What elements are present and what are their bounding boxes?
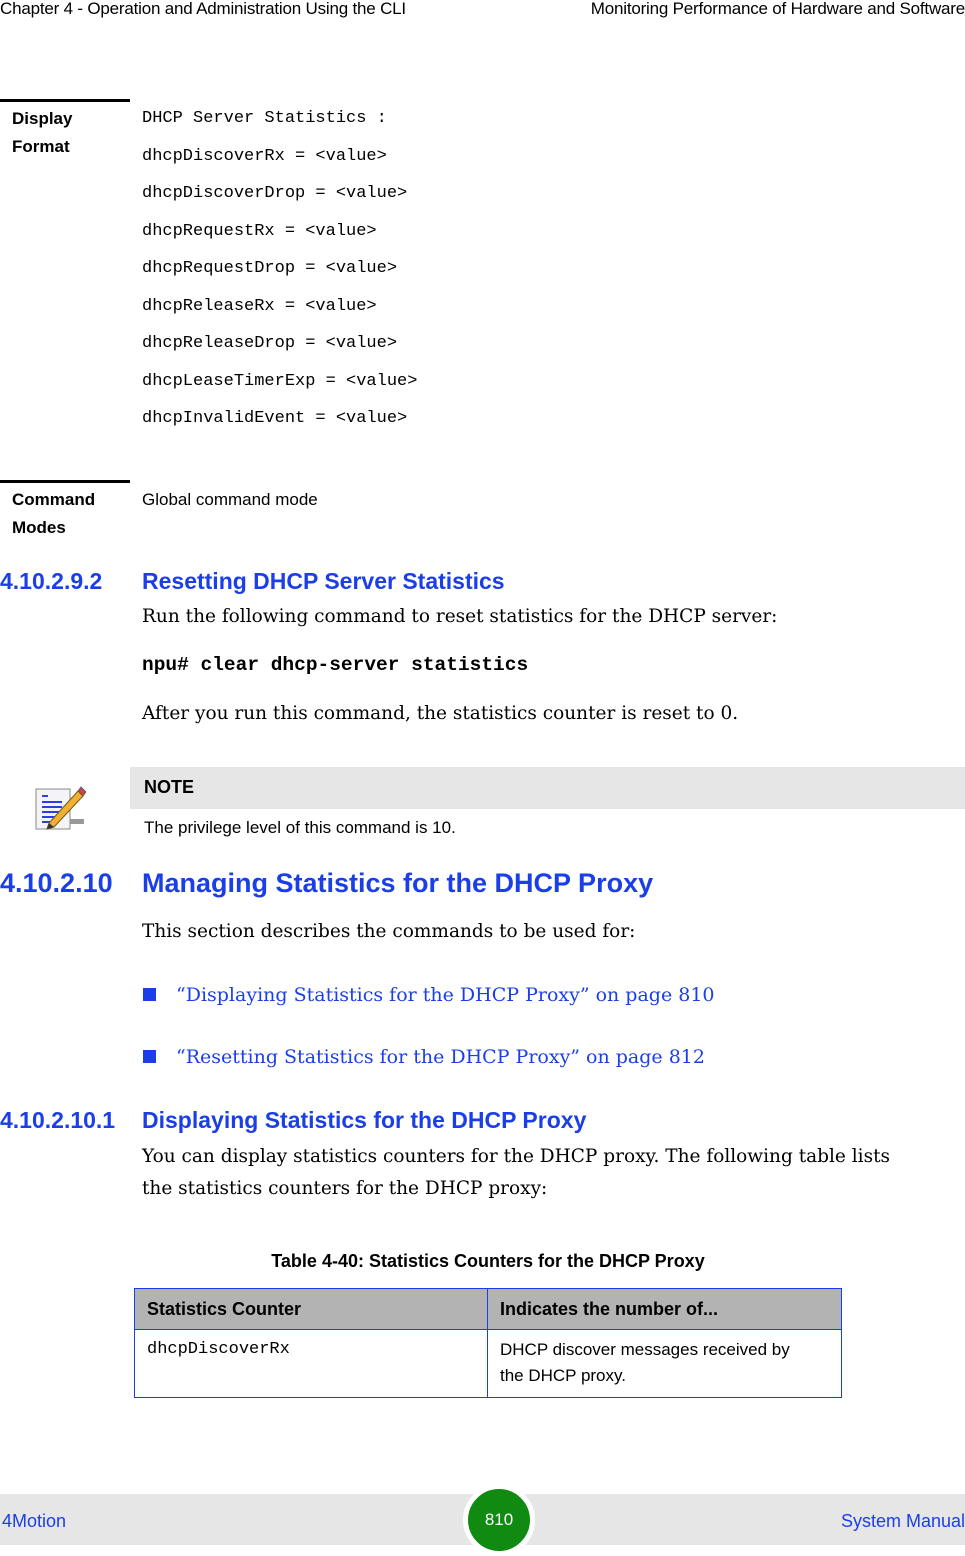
display-format-output: DHCP Server Statistics : dhcpDiscoverRx …	[142, 110, 417, 448]
section-title-9-2: Resetting DHCP Server Statistics	[142, 568, 505, 594]
note-pencil-icon	[34, 781, 87, 833]
link-resetting-dhcp-proxy-stats[interactable]: “Resetting Statistics for the DHCP Proxy…	[176, 1044, 705, 1070]
section-9-2-intro: Run the following command to reset stati…	[142, 606, 778, 627]
cell-description-line1: DHCP discover messages received by	[500, 1340, 790, 1359]
output-line: dhcpRequestDrop = <value>	[142, 259, 398, 278]
section-9-2-after: After you run this command, the statisti…	[142, 703, 739, 724]
page-number-badge: 810	[463, 1484, 535, 1556]
section-number-9-2: 4.10.2.9.2	[0, 568, 103, 594]
display-format-label-line1: Display	[12, 109, 73, 128]
link-displaying-dhcp-proxy-stats[interactable]: “Displaying Statistics for the DHCP Prox…	[176, 982, 715, 1008]
footer-product: 4Motion	[2, 1511, 67, 1531]
header-section: Monitoring Performance of Hardware and S…	[590, 0, 965, 18]
section-10-1-body-line1: You can display statistics counters for …	[142, 1146, 891, 1167]
output-line: dhcpDiscoverRx = <value>	[142, 146, 387, 166]
note-title-bar	[130, 767, 965, 809]
table-caption: Table 4-40: Statistics Counters for the …	[271, 1251, 705, 1271]
section-10-1-body-line2: the statistics counters for the DHCP pro…	[142, 1178, 548, 1199]
footer-manual: System Manual	[840, 1511, 965, 1531]
section-number-10-1: 4.10.2.10.1	[0, 1107, 116, 1133]
output-line: dhcpLeaseTimerExp = <value>	[142, 371, 418, 391]
cell-description-line2: the DHCP proxy.	[500, 1366, 626, 1385]
output-line: dhcpInvalidEvent = <value>	[142, 409, 408, 428]
display-format-label-line2: Format	[12, 137, 70, 156]
page-number: 810	[484, 1510, 514, 1529]
table-header-row: Statistics Counter Indicates the number …	[134, 1288, 842, 1330]
section-title-10: Managing Statistics for the DHCP Proxy	[142, 868, 654, 898]
output-line: DHCP Server Statistics :	[142, 109, 387, 128]
bullet-icon	[143, 1050, 156, 1063]
command-modes-label-line1: Command	[12, 490, 96, 509]
note-title: NOTE	[144, 777, 195, 797]
reset-command: npu# clear dhcp-server statistics	[142, 654, 529, 676]
command-modes-label-line2: Modes	[12, 518, 66, 537]
output-line: dhcpReleaseDrop = <value>	[142, 334, 398, 353]
cell-counter: dhcpDiscoverRx	[134, 1329, 488, 1398]
statistics-counters-table: Statistics Counter Indicates the number …	[134, 1288, 842, 1398]
output-line: dhcpReleaseRx = <value>	[142, 296, 377, 316]
bullet-icon	[143, 988, 156, 1001]
column-header-statistics-counter: Statistics Counter	[134, 1288, 488, 1330]
table-row: dhcpDiscoverRx DHCP discover messages re…	[134, 1329, 842, 1398]
command-modes-label: Command Modes	[12, 486, 95, 542]
display-format-rule	[0, 99, 130, 102]
output-line: dhcpRequestRx = <value>	[142, 221, 377, 241]
column-header-indicates: Indicates the number of...	[487, 1288, 842, 1330]
note-text: The privilege level of this command is 1…	[144, 818, 456, 837]
command-modes-rule	[0, 480, 130, 483]
section-number-10: 4.10.2.10	[0, 868, 113, 898]
cell-description: DHCP discover messages received by the D…	[487, 1329, 842, 1398]
command-modes-value: Global command mode	[142, 490, 318, 509]
display-format-label: Display Format	[12, 105, 72, 161]
output-line: dhcpDiscoverDrop = <value>	[142, 184, 408, 203]
header-chapter: Chapter 4 - Operation and Administration…	[0, 0, 406, 18]
section-title-10-1: Displaying Statistics for the DHCP Proxy	[142, 1107, 587, 1133]
section-10-intro: This section describes the commands to b…	[142, 921, 636, 942]
